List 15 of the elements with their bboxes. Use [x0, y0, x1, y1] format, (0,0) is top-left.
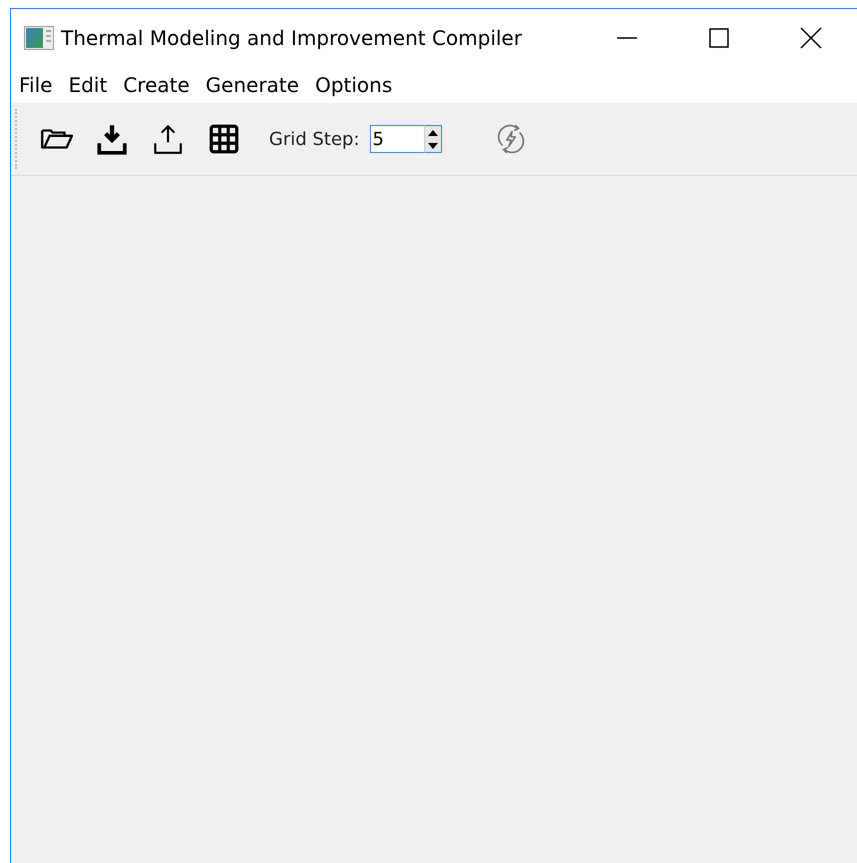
window-title: Thermal Modeling and Improvement Compiler — [61, 26, 523, 50]
menu-item[interactable]: Create — [115, 73, 198, 97]
minimize-icon[interactable] — [617, 37, 637, 39]
grid-icon[interactable] — [207, 122, 241, 156]
upload-icon[interactable] — [151, 122, 185, 156]
download-icon[interactable] — [95, 122, 129, 156]
grid-step-label: Grid Step: — [269, 128, 360, 150]
menu-item[interactable]: File — [11, 73, 60, 97]
maximize-icon[interactable] — [709, 28, 729, 48]
grid-step-field[interactable]: 5 — [370, 125, 424, 153]
menu-item[interactable]: Generate — [198, 73, 308, 97]
app-icon — [24, 26, 54, 50]
menu-item[interactable]: Options — [307, 73, 400, 97]
close-icon[interactable] — [800, 27, 822, 49]
menu-item[interactable]: Edit — [60, 73, 116, 97]
